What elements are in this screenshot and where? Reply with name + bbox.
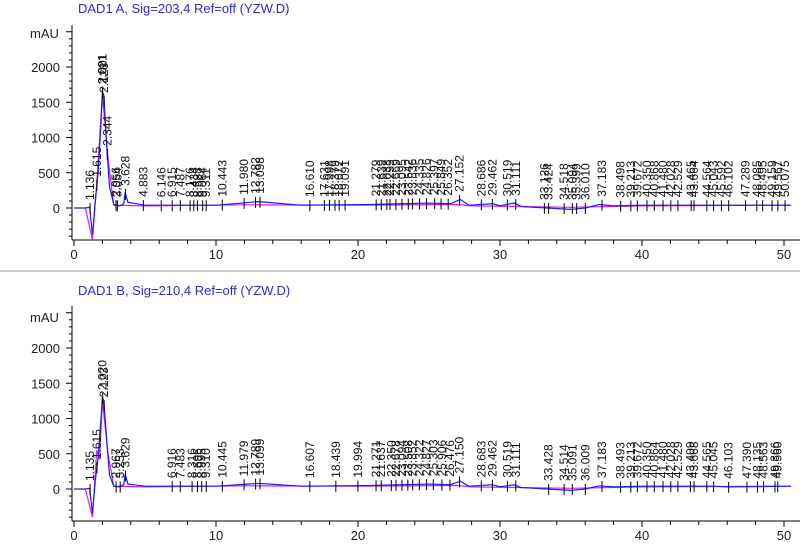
y-tick-label: 0 <box>53 201 60 216</box>
peak-label: 19.091 <box>338 160 352 197</box>
x-tick-label: 0 <box>70 247 77 262</box>
panel-title: DAD1 A, Sig=203,4 Ref=off (YZW.D) <box>78 1 289 16</box>
peak-label: 2.123 <box>97 367 111 397</box>
peak-label: 37.183 <box>595 441 609 478</box>
y-tick-label: 500 <box>38 166 60 181</box>
y-axis-label: mAU <box>30 26 59 41</box>
y-axis-label: mAU <box>30 310 59 325</box>
peak-label: 46.103 <box>722 442 736 479</box>
y-tick-label: 1000 <box>31 412 60 427</box>
peak-label: 13.099 <box>253 438 267 475</box>
peak-label: 3.628 <box>119 156 133 186</box>
peak-label: 36.009 <box>578 444 592 481</box>
peak-label: 27.150 <box>453 436 467 473</box>
peak-label: 33.428 <box>542 444 556 481</box>
x-tick-label: 50 <box>777 528 791 543</box>
x-tick-label: 20 <box>351 528 365 543</box>
peak-label: 45.045 <box>707 441 721 478</box>
peak-label: 16.610 <box>303 160 317 197</box>
peak-label: 31.111 <box>509 442 523 477</box>
y-tick-label: 1500 <box>31 95 60 110</box>
y-tick-label: 1000 <box>31 131 60 146</box>
peak-label: 37.183 <box>595 160 609 197</box>
x-tick-label: 0 <box>70 528 77 543</box>
peak-label: 2.344 <box>100 116 114 146</box>
panel-title: DAD1 B, Sig=210,4 Ref=off (YZW.D) <box>78 283 290 298</box>
peak-label: 3.629 <box>119 437 133 467</box>
peak-label: 49.560 <box>771 441 785 478</box>
peak-label: 16.607 <box>303 441 317 478</box>
x-tick-label: 40 <box>635 247 649 262</box>
peak-label: 33.424 <box>542 163 556 200</box>
peak-label: 29.462 <box>485 159 499 196</box>
x-tick-label: 20 <box>351 247 365 262</box>
peak-label: 13.098 <box>253 157 267 194</box>
chromatogram-figure: DAD1 A, Sig=203,4 Ref=off (YZW.D) mAU 0 5… <box>0 1 800 543</box>
panel-dad1-b: DAD1 B, Sig=210,4 Ref=off (YZW.D) mAU 0 5… <box>30 283 800 543</box>
peak-label: 29.462 <box>485 440 499 477</box>
peak-label: 31.111 <box>509 161 523 196</box>
peak-label: 10.443 <box>215 160 229 197</box>
peak-label: 42.529 <box>671 160 685 197</box>
peak-label: 18.439 <box>329 441 343 478</box>
x-tick-label: 30 <box>493 528 507 543</box>
peak-label: 1.615 <box>90 146 104 176</box>
peak-label: 4.883 <box>136 167 150 197</box>
x-tick-label: 10 <box>209 247 223 262</box>
x-tick-label: 30 <box>493 247 507 262</box>
peak-label: 19.994 <box>351 441 365 478</box>
y-tick-label: 500 <box>38 447 60 462</box>
panel-dad1-a: DAD1 A, Sig=203,4 Ref=off (YZW.D) mAU 0 5… <box>30 1 800 262</box>
y-tick-label: 0 <box>53 482 60 497</box>
peak-label: 9.310 <box>199 448 213 478</box>
peak-label: 10.445 <box>215 441 229 478</box>
peak-label: 27.152 <box>453 155 467 192</box>
x-tick-label: 50 <box>777 247 791 262</box>
y-tick-label: 2000 <box>31 341 60 356</box>
x-tick-label: 40 <box>635 528 649 543</box>
peak-label: 1.615 <box>90 429 104 459</box>
peak-label: 9.311 <box>199 168 213 197</box>
peak-label: 50.075 <box>778 160 792 197</box>
y-tick-label: 2000 <box>31 60 60 75</box>
y-tick-label: 1500 <box>31 376 60 391</box>
peak-label: 2.123 <box>97 63 111 93</box>
peak-label: 35.091 <box>565 444 579 481</box>
peak-label: 36.010 <box>578 163 592 200</box>
x-tick-label: 10 <box>209 528 223 543</box>
peak-label: 46.102 <box>722 160 736 197</box>
